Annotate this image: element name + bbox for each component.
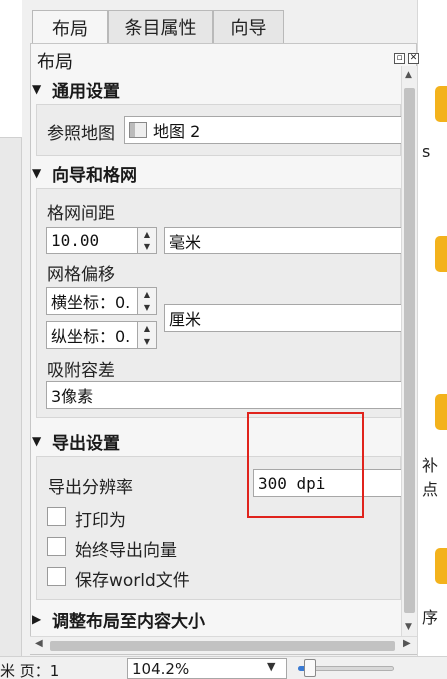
offset-x-input[interactable]: 横坐标：0. [46,287,138,315]
right-strip-text: s [422,142,431,161]
status-bar: 米 页：1 104.2% ▼ [0,656,447,679]
snap-tolerance-label: 吸附容差 [47,361,115,381]
right-strip-text: 补点 [422,456,439,499]
print-as-label: 打印为 [75,511,126,531]
offset-x-stepper[interactable]: ▲ ▼ [137,287,157,315]
offset-y-stepper[interactable]: ▲ ▼ [137,321,157,349]
vertical-scrollbar[interactable]: ▲ ▼ [401,66,417,636]
general-settings-header[interactable]: ▼ 通用设置 [32,76,120,102]
vertical-scroll-thumb[interactable] [404,88,415,613]
chevron-down-icon[interactable]: ▼ [267,660,275,673]
close-icon[interactable]: ✕ [408,53,419,64]
page-indicator: 米 页：1 [0,662,60,679]
right-dock-edge: s 补点 序 [417,0,447,679]
right-strip-marker [435,394,447,430]
guides-grid-header[interactable]: ▼ 向导和格网 [32,160,137,186]
grid-spacing-label: 格网间距 [47,204,115,224]
collapse-arrow-icon: ▼ [32,434,42,448]
grid-spacing-input[interactable]: 10.00 [46,227,138,254]
scroll-right-icon[interactable]: ▶ [403,638,411,649]
float-icon[interactable]: ▫ [394,53,405,64]
export-resolution-label: 导出分辨率 [48,478,133,498]
tab-item-properties[interactable]: 条目属性 [108,10,213,44]
panel-title: 布局 [37,52,73,73]
collapse-arrow-icon: ▼ [32,166,42,180]
print-as-checkbox[interactable] [47,507,66,526]
left-dock-edge [0,0,22,679]
grid-spacing-stepper[interactable]: ▲ ▼ [137,227,157,254]
offset-unit-select[interactable]: 厘米 [164,304,402,332]
expand-arrow-icon: ▶ [32,612,42,626]
grid-spacing-unit-select[interactable]: 毫米 [164,227,402,254]
export-settings-header[interactable]: ▼ 导出设置 [32,428,120,454]
scroll-up-icon[interactable]: ▲ [405,70,412,80]
scroll-down-icon[interactable]: ▼ [405,622,412,632]
always-export-vector-label: 始终导出向量 [75,541,177,561]
horizontal-scroll-thumb[interactable] [50,641,395,651]
reference-map-label: 参照地图 [47,124,115,144]
snap-tolerance-input[interactable]: 3像素 [46,381,402,409]
save-world-file-label: 保存world文件 [75,571,190,591]
tab-guides[interactable]: 向导 [213,10,284,44]
collapse-arrow-icon: ▼ [32,82,42,96]
right-strip-text: 序 [422,608,439,627]
reference-map-select[interactable]: 地图 2 [124,116,402,144]
zoom-select[interactable]: 104.2% [127,658,287,679]
tab-layout[interactable]: 布局 [32,10,108,45]
grid-offset-label: 网格偏移 [47,265,115,285]
scroll-left-icon[interactable]: ◀ [35,638,43,649]
resize-to-content-header[interactable]: ▶ 调整布局至内容大小 [32,606,205,632]
horizontal-scrollbar[interactable]: ◀ ▶ [30,636,417,654]
map-icon [129,122,147,138]
offset-y-input[interactable]: 纵坐标：0. [46,321,138,349]
always-export-vector-checkbox[interactable] [47,537,66,556]
right-strip-marker [435,236,447,272]
right-strip-marker [435,86,447,122]
save-world-file-checkbox[interactable] [47,567,66,586]
right-strip-marker [435,548,447,584]
highlight-box [247,412,364,518]
zoom-slider-handle[interactable] [303,659,316,677]
